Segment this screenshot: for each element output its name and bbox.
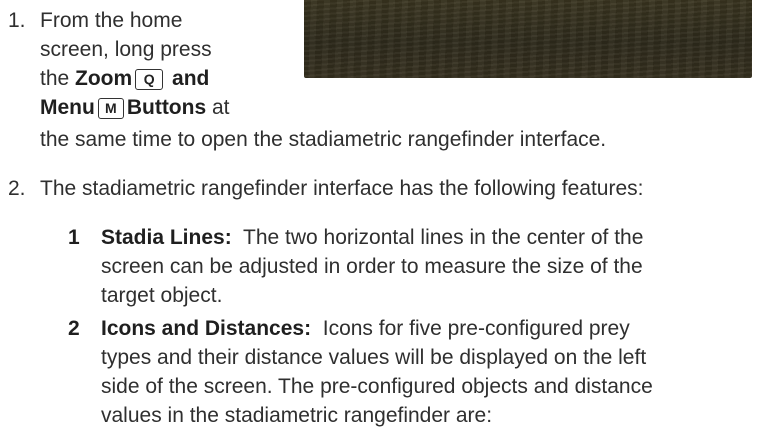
feature-2-line-2: types and their distance values will be … (101, 346, 647, 369)
zoom-label: Zoom (75, 67, 133, 90)
feature-2-line-4: values in the stadiametric rangefinder a… (101, 404, 493, 427)
feature-1-line-3: target object. (101, 284, 223, 307)
menu-label: Menu (40, 96, 95, 119)
feature-1-line-1: Stadia Lines: The two horizontal lines i… (101, 226, 644, 249)
feature-2-line-1: Icons and Distances: Icons for five pre-… (101, 317, 630, 340)
feature-2-title: Icons and Distances: (101, 317, 312, 340)
feature-1-line-2: screen can be adjusted in order to measu… (101, 255, 643, 278)
step-1-the: the (40, 67, 76, 90)
step-2-number: 2. (8, 177, 26, 200)
step-1-number: 1. (8, 9, 26, 32)
feature-2-number: 2 (68, 317, 80, 340)
step-2-text: The stadiametric rangefinder interface h… (40, 177, 644, 200)
device-photo (304, 0, 752, 78)
zoom-key-icon: Q (135, 69, 164, 90)
step-1-at: at (206, 96, 230, 119)
step-1-line-4: Menu M Buttons at (40, 95, 230, 120)
buttons-label: Buttons (126, 96, 207, 119)
step-1-line-1: From the home (40, 9, 183, 32)
feature-2-line-3: side of the screen. The pre-configured o… (101, 375, 653, 398)
step-1-line-2: screen, long press (40, 38, 212, 61)
step-1-line-3: the Zoom Q and (40, 66, 209, 91)
step-1-line-5: the same time to open the stadiametric r… (40, 128, 607, 151)
and-label: and (166, 67, 210, 90)
feature-1-number: 1 (68, 226, 80, 249)
feature-1-title: Stadia Lines: (101, 226, 232, 249)
menu-key-icon: M (97, 98, 124, 119)
